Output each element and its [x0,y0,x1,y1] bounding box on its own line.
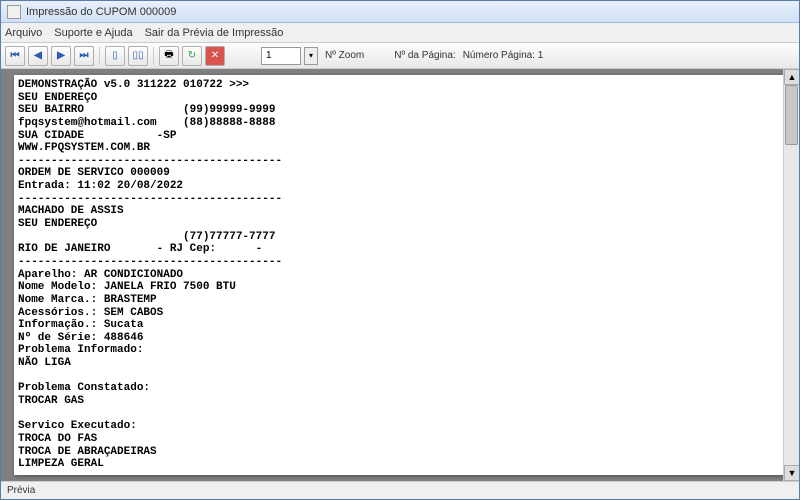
window-icon [7,5,21,19]
refresh-button[interactable]: ↻ [182,46,202,66]
nav-first-button[interactable]: ⏮ [5,46,25,66]
titlebar: Impressão do CUPOM 000009 [1,1,799,23]
scroll-down-button[interactable]: ▼ [784,465,799,481]
separator [99,47,100,65]
scroll-thumb[interactable] [785,85,798,145]
status-text: Prévia [7,485,35,496]
window-title: Impressão do CUPOM 000009 [26,6,176,18]
nav-last-button[interactable]: ⏭ [74,46,94,66]
statusbar: Prévia [1,481,799,499]
zoom-label: Nº Zoom [325,50,364,61]
separator [153,47,154,65]
print-button[interactable]: 🖶 [159,46,179,66]
menu-file[interactable]: Arquivo [5,27,42,39]
page-number: Número Página: 1 [463,50,544,61]
menu-help[interactable]: Suporte e Ajuda [54,27,132,39]
page-canvas: DEMONSTRAÇÃO v5.0 311222 010722 >>> SEU … [14,75,786,475]
close-button[interactable]: ✕ [205,46,225,66]
page-label: Nº da Página: [394,50,455,61]
zoom-dropdown[interactable]: ▾ [304,47,318,65]
receipt-body: DEMONSTRAÇÃO v5.0 311222 010722 >>> SEU … [14,75,786,475]
menubar: Arquivo Suporte e Ajuda Sair da Prévia d… [1,23,799,43]
preview-area: DEMONSTRAÇÃO v5.0 311222 010722 >>> SEU … [1,69,799,481]
nav-prev-button[interactable]: ◀ [28,46,48,66]
vertical-scrollbar[interactable]: ▲ ▼ [783,69,799,481]
print-preview-window: Impressão do CUPOM 000009 Arquivo Suport… [0,0,800,500]
page-single-button[interactable]: ▯ [105,46,125,66]
menu-exit[interactable]: Sair da Prévia de Impressão [145,27,284,39]
zoom-input[interactable]: 1 [261,47,301,65]
page-multi-button[interactable]: ▯▯ [128,46,148,66]
scroll-up-button[interactable]: ▲ [784,69,799,85]
toolbar: ⏮ ◀ ▶ ⏭ ▯ ▯▯ 🖶 ↻ ✕ 1 ▾ Nº Zoom Nº da Pág… [1,43,799,69]
nav-next-button[interactable]: ▶ [51,46,71,66]
